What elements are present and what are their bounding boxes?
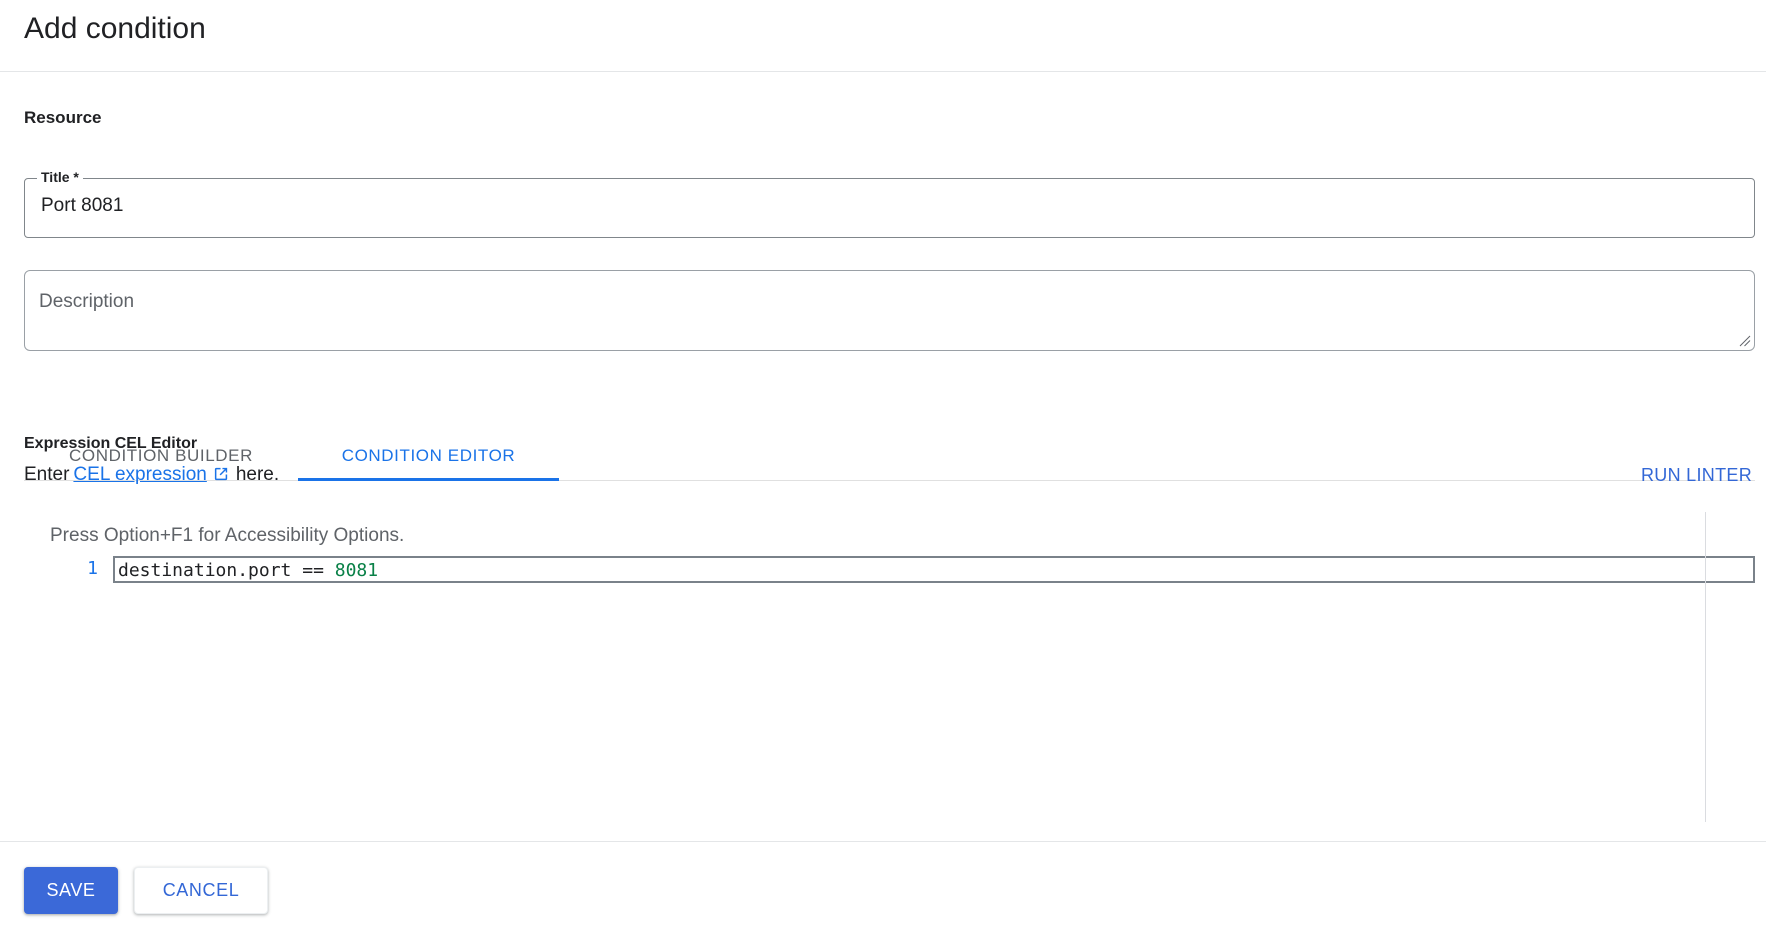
description-field-wrapper[interactable]: Description	[24, 270, 1755, 351]
cel-expression-link[interactable]: CEL expression	[73, 464, 206, 486]
description-placeholder: Description	[39, 291, 134, 313]
title-field-label: Title *	[37, 169, 83, 185]
resize-grip-icon[interactable]	[1737, 333, 1751, 347]
dialog-footer: SAVE CANCEL	[0, 841, 1766, 932]
line-number: 1	[74, 558, 98, 579]
add-condition-dialog: Add condition Resource Title * Descripti…	[0, 0, 1766, 932]
code-input[interactable]: destination.port == 8081	[113, 556, 1755, 583]
tab-condition-editor[interactable]: CONDITION EDITOR	[298, 430, 559, 481]
cel-editor-hint: Enter CEL expression here.	[24, 463, 279, 486]
cel-hint-suffix: here.	[236, 464, 279, 486]
dialog-header: Add condition	[0, 0, 1766, 72]
tab-condition-editor-label: CONDITION EDITOR	[342, 446, 516, 466]
tab-active-indicator	[298, 478, 559, 481]
condition-tabs: CONDITION BUILDER CONDITION EDITOR	[24, 430, 1755, 481]
title-field-wrapper[interactable]: Title *	[24, 178, 1755, 238]
editor-vertical-divider	[1705, 512, 1706, 822]
code-token-expression: destination.port ==	[118, 560, 335, 581]
code-line-row: 1 destination.port == 8081	[24, 556, 1755, 583]
code-token-number: 8081	[335, 560, 378, 581]
cancel-button[interactable]: CANCEL	[134, 867, 268, 914]
code-line-content: destination.port == 8081	[118, 560, 378, 581]
cel-code-editor[interactable]: Press Option+F1 for Accessibility Option…	[24, 512, 1755, 822]
run-linter-button[interactable]: RUN LINTER	[1641, 465, 1752, 486]
cel-editor-heading: Expression CEL Editor	[24, 435, 197, 453]
resource-section-label: Resource	[24, 108, 101, 128]
external-link-icon[interactable]	[213, 465, 230, 482]
accessibility-hint: Press Option+F1 for Accessibility Option…	[50, 525, 404, 547]
save-button[interactable]: SAVE	[24, 867, 118, 914]
page-title: Add condition	[24, 12, 206, 46]
title-input[interactable]	[39, 194, 1739, 218]
cel-hint-prefix: Enter	[24, 464, 69, 486]
